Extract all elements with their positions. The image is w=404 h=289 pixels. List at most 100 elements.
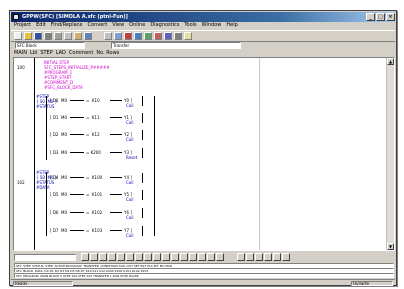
row-number: 1 (17, 123, 20, 128)
function-key-button[interactable] (216, 253, 224, 261)
key-input-field[interactable] (14, 254, 76, 261)
row-number: 1 (17, 203, 20, 208)
help-icon[interactable] (184, 32, 192, 40)
rung-rail (142, 96, 143, 106)
new-file-icon[interactable] (14, 32, 22, 40)
function-key-button[interactable] (207, 253, 215, 261)
row-number: 1 (17, 228, 20, 233)
output-note: Coil (126, 233, 134, 238)
sfc-icon[interactable] (134, 32, 142, 40)
row-number: 1 (17, 192, 20, 197)
menu-item[interactable]: View (112, 22, 124, 28)
function-key-button[interactable] (282, 253, 290, 261)
rung-rail (142, 190, 143, 200)
save-icon[interactable] (34, 32, 42, 40)
function-key-button[interactable] (117, 253, 125, 261)
scroll-up-arrow-icon[interactable]: ▲ (387, 58, 394, 65)
function-key-button[interactable] (246, 253, 254, 261)
function-key-button[interactable] (180, 253, 188, 261)
ladder-icon[interactable] (124, 32, 132, 40)
copy-icon[interactable] (64, 32, 72, 40)
function-key-button[interactable] (126, 253, 134, 261)
monitor-icon[interactable] (144, 32, 152, 40)
block-select[interactable]: SFC Block (15, 42, 85, 49)
verify-icon[interactable] (174, 32, 182, 40)
status-ready: Ready (13, 281, 73, 286)
menu-item[interactable]: Online (129, 22, 145, 28)
function-key-button[interactable] (255, 253, 263, 261)
tab-item[interactable]: STEP (40, 50, 52, 56)
comparison: = K102 (86, 210, 103, 215)
menu-item[interactable]: Diagnostics (150, 22, 179, 28)
comparison: = K100 (86, 175, 103, 180)
function-key-button[interactable] (162, 253, 170, 261)
print-icon[interactable] (44, 32, 52, 40)
operand: [ D5 M0 (50, 192, 67, 197)
find-icon[interactable] (104, 32, 112, 40)
vertical-scrollbar[interactable]: ▲ ▼ (386, 58, 394, 250)
function-key-button[interactable] (81, 253, 89, 261)
header-block: INITIAL STEP SFC_STEPS_INITIALIZE_P##### #… (44, 60, 110, 90)
maximize-button[interactable]: □ (376, 13, 385, 21)
column-divider (259, 58, 260, 250)
menu-item[interactable]: Help (226, 22, 237, 28)
row-number: 102 (17, 180, 25, 185)
function-key-button[interactable] (108, 253, 116, 261)
function-key-button[interactable] (198, 253, 206, 261)
function-key-button[interactable] (237, 253, 245, 261)
function-key-button[interactable] (153, 253, 161, 261)
minimize-button[interactable]: _ (366, 13, 375, 21)
menu-item[interactable]: Window (202, 22, 222, 28)
rung-rail (142, 130, 143, 140)
output-note: Coil (126, 120, 134, 125)
row-number: 1 (17, 132, 20, 137)
function-key-button[interactable] (90, 253, 98, 261)
cut-icon[interactable] (54, 32, 62, 40)
close-button[interactable]: × (386, 13, 395, 21)
paste-icon[interactable] (74, 32, 82, 40)
row-number: 1 (17, 150, 20, 155)
function-key-button[interactable] (264, 253, 272, 261)
block-toolbar: SFC Block Transfer (11, 41, 395, 50)
rung-wire (70, 117, 84, 118)
output-note: Coil (126, 197, 134, 202)
rung-wire (70, 100, 84, 101)
open-folder-icon[interactable] (24, 32, 32, 40)
comparison: = K101 (86, 192, 103, 197)
menu-item[interactable]: Project (14, 22, 31, 28)
function-key-button[interactable] (171, 253, 179, 261)
menu-item[interactable]: Tools (184, 22, 196, 28)
operand: [ D2 M0 (50, 132, 67, 137)
rung-wire (110, 134, 122, 135)
function-key-button[interactable] (189, 253, 197, 261)
tab-item[interactable]: LAD (56, 50, 66, 56)
menu-item[interactable]: Find/Replace (51, 22, 83, 28)
tab-item[interactable]: Lbl (30, 50, 37, 56)
scroll-down-arrow-icon[interactable]: ▼ (387, 243, 394, 250)
function-key-button[interactable] (135, 253, 143, 261)
menu-item[interactable]: Convert (88, 22, 108, 28)
zoom-icon[interactable] (114, 32, 122, 40)
read-icon[interactable] (164, 32, 172, 40)
undo-icon[interactable] (84, 32, 92, 40)
row-number: 1 (17, 98, 20, 103)
operand: [ D1 M0 (50, 115, 67, 120)
rung-rail (142, 226, 143, 236)
transfer-field[interactable]: Transfer (111, 42, 241, 49)
tab-item[interactable]: MAIN (14, 50, 27, 56)
write-icon[interactable] (154, 32, 162, 40)
comparison: = K10 (86, 98, 100, 103)
view-tabs: MAIN Lbl STEP LAD Comment No. Rows (11, 50, 395, 57)
operand: [ D3 M0 (50, 150, 67, 155)
tab-item[interactable]: Comment (69, 50, 94, 56)
function-key-button[interactable] (273, 253, 281, 261)
window-title: GPPW(SFC) [SIMOLA A.sfc (ptnl-Fun)] (22, 14, 128, 20)
operand: [ D7 M0 (50, 228, 67, 233)
menu-item[interactable]: Edit (36, 22, 46, 28)
function-key-button[interactable] (99, 253, 107, 261)
tab-item[interactable]: No. Rows (96, 50, 119, 56)
rung-wire (70, 194, 84, 195)
function-key-button[interactable] (144, 253, 152, 261)
program-editor[interactable]: INITIAL STEP SFC_STEPS_INITIALIZE_P##### #… (13, 57, 395, 251)
main-window: GPPW(SFC) [SIMOLA A.sfc (ptnl-Fun)] _ □ … (9, 10, 397, 286)
